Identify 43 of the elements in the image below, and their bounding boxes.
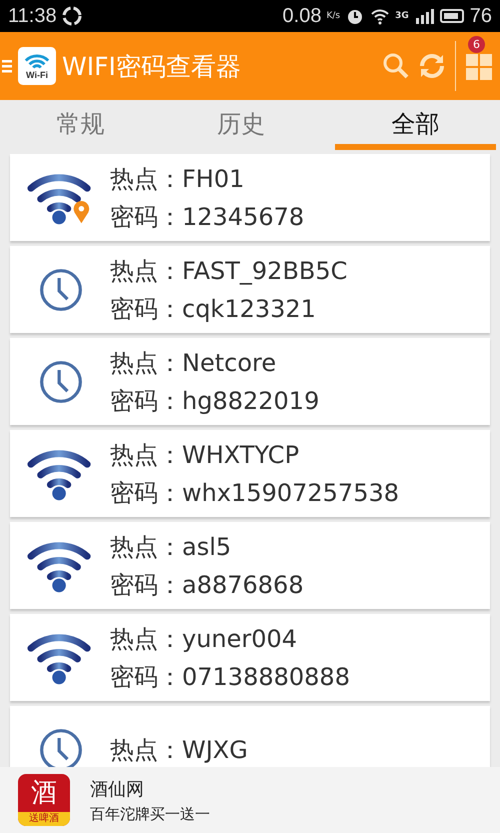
clock-icon [38, 266, 84, 312]
network-type: 3G [395, 11, 409, 21]
hotspot-text: 热点：Netcore [110, 348, 278, 378]
clock-time: 11:38 [8, 4, 57, 28]
network-card[interactable]: 热点：Netcore 密码：hg8822019 [10, 338, 490, 425]
password-text: 密码：whx15907257538 [110, 478, 400, 508]
ad-logo: 酒 送啤酒 [18, 774, 70, 826]
hotspot-text: 热点：FH01 [110, 164, 246, 194]
hotspot-text: 热点：FAST_92BB5C [110, 256, 348, 286]
cell-signal-icon [414, 6, 434, 26]
clock-icon [38, 358, 84, 404]
notification-badge: 6 [468, 36, 485, 53]
network-card[interactable]: 热点：FH01 密码：12345678 [10, 154, 490, 241]
ad-subtitle: 百年沱牌买一送一 [90, 804, 210, 824]
password-text: 密码：07138880888 [110, 662, 350, 692]
speed-unit: K/s [326, 11, 340, 21]
tab[interactable]: 历史 [160, 100, 322, 150]
ad-banner[interactable]: 酒 送啤酒 酒仙网 百年沱牌买一送一 [0, 767, 500, 833]
password-text: 密码：cqk123321 [110, 294, 317, 324]
app-logo: Wi-Fi [18, 47, 56, 85]
network-card[interactable]: 热点：FAST_92BB5C 密码：cqk123321 [10, 246, 490, 333]
clock-icon [38, 726, 84, 767]
ad-title: 酒仙网 [90, 778, 145, 800]
search-icon[interactable] [381, 51, 411, 81]
password-text: 密码：12345678 [110, 202, 304, 232]
password-text: 密码：a8876868 [110, 570, 304, 600]
grid-icon[interactable] [464, 52, 494, 82]
network-card[interactable]: 热点：WJXG [10, 706, 490, 767]
network-card[interactable]: 热点：asl5 密码：a8876868 [10, 522, 490, 609]
battery-icon [438, 8, 465, 24]
hotspot-text: 热点：asl5 [110, 532, 232, 562]
network-card[interactable]: 热点：yuner004 密码：07138880888 [10, 614, 490, 701]
sync-icon [62, 6, 82, 26]
hotspot-text: 热点：WJXG [110, 734, 248, 766]
password-text: 密码：hg8822019 [110, 386, 320, 416]
network-card[interactable]: 热点：WHXTYCP 密码：whx15907257538 [10, 430, 490, 517]
hotspot-text: 热点：yuner004 [110, 624, 298, 654]
tab[interactable]: 常规 [0, 100, 161, 150]
network-speed: 0.08 [282, 4, 322, 28]
refresh-icon[interactable] [417, 51, 447, 81]
hotspot-text: 热点：WHXTYCP [110, 440, 300, 470]
app-title: WIFI密码查看器 [62, 50, 241, 82]
battery-level: 76 [470, 4, 492, 28]
